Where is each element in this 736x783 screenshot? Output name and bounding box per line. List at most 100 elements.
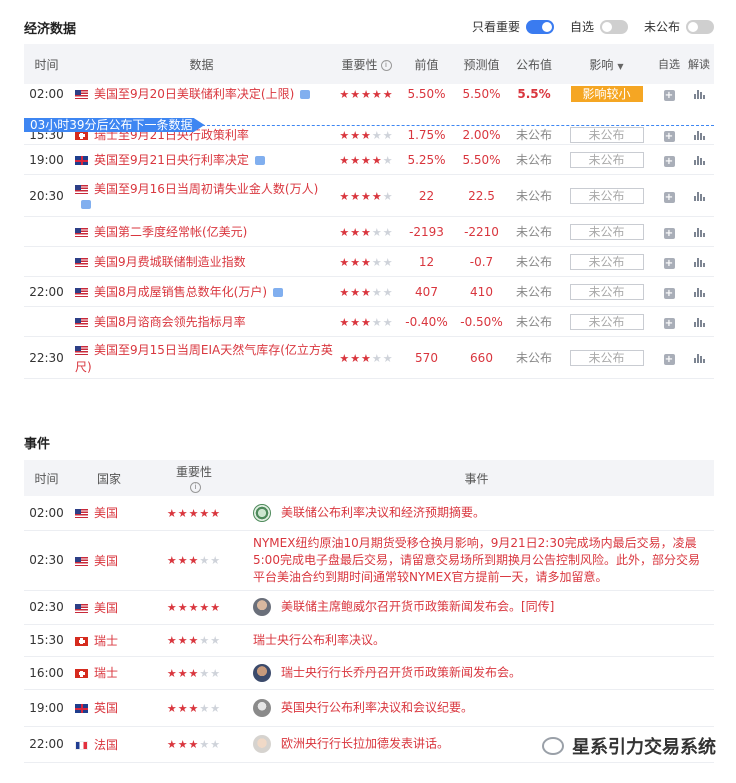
table-row[interactable]: 20:30 美国至9月16日当周初请失业金人数(万人) ★★★★★ 22 22.5 未公布…: [24, 174, 714, 217]
comment-icon[interactable]: [273, 288, 283, 297]
col-importance: 重要性 i: [334, 44, 399, 84]
event-importance: ★★★★★: [149, 689, 239, 727]
add-watchlist-icon[interactable]: +: [663, 257, 675, 269]
add-watchlist-icon[interactable]: +: [663, 130, 675, 142]
importance-stars: ★★★★★: [166, 701, 222, 715]
row-importance: ★★★★★: [334, 336, 399, 379]
event-importance: ★★★★★: [149, 624, 239, 657]
table-row[interactable]: 美国9月费城联储制造业指数 ★★★★★ 12 -0.7 未公布 未公布 +: [24, 246, 714, 277]
row-data-cell: 美国至9月20日美联储利率决定(上限): [69, 84, 334, 114]
row-forecast: 22.5: [454, 174, 509, 217]
table-row[interactable]: 02:00 美国 ★★★★★ 美联储公布利率决议和经济预期摘要。: [24, 496, 714, 531]
table-row[interactable]: 22:00 美国8月成屋销售总数年化(万户) ★★★★★ 407 410 未公布 未公布 +: [24, 276, 714, 307]
add-watchlist-icon[interactable]: +: [663, 317, 675, 329]
add-watchlist-icon[interactable]: +: [663, 155, 675, 167]
event-time: 19:00: [24, 689, 69, 727]
event-text: 美联储主席鲍威尔召开货币政策新闻发布会。[同传]: [281, 599, 555, 614]
row-importance: ★★★★★: [334, 306, 399, 337]
watermark: 星系引力交易系统: [542, 733, 716, 759]
row-actual: 未公布: [509, 306, 559, 337]
bar-chart-icon[interactable]: [693, 89, 705, 99]
table-row[interactable]: 美国第二季度经常帐(亿美元) ★★★★★ -2193 -2210 未公布 未公布 +: [24, 216, 714, 247]
indicator-name-link[interactable]: 美国至9月15日当周EIA天然气库存(亿立方英尺): [75, 343, 333, 374]
table-row[interactable]: 02:00 美国至9月20日美联储利率决定(上限) ★★★★★ 5.50% 5.50% 5…: [24, 84, 714, 114]
next-release-divider: [202, 125, 714, 126]
bar-chart-icon[interactable]: [693, 227, 705, 237]
row-interp: [684, 144, 714, 175]
ev-col-importance: 重要性 i: [149, 460, 239, 496]
indicator-name-link[interactable]: 美国9月费城联储制造业指数: [94, 255, 246, 269]
table-row[interactable]: 16:00 瑞士 ★★★★★ 瑞士央行行长乔丹召开货币政策新闻发布会。: [24, 656, 714, 690]
events-header-row: 时间 国家 重要性 i 事件: [24, 460, 714, 496]
row-prev: 22: [399, 174, 454, 217]
comment-icon[interactable]: [81, 200, 91, 209]
bar-chart-icon[interactable]: [693, 257, 705, 267]
col-forecast: 预测值: [454, 44, 509, 84]
event-country: 法国: [94, 737, 119, 752]
event-importance: ★★★★★: [149, 656, 239, 690]
col-time: 时间: [24, 44, 69, 84]
event-country-cell: 美国: [69, 590, 149, 625]
indicator-name-link[interactable]: 美国8月成屋销售总数年化(万户): [94, 285, 267, 299]
table-row[interactable]: 15:30 瑞士 ★★★★★ 瑞士央行公布利率决议。: [24, 624, 714, 657]
bar-chart-icon[interactable]: [693, 317, 705, 327]
flag-ch-icon: [75, 669, 88, 678]
toggle-important-switch[interactable]: [525, 19, 554, 34]
impact-badge: 未公布: [569, 223, 644, 240]
bar-chart-icon[interactable]: [693, 155, 705, 165]
event-importance: ★★★★★: [149, 530, 239, 591]
event-time: 02:30: [24, 530, 69, 591]
row-data-cell: 美国至9月15日当周EIA天然气库存(亿立方英尺): [69, 336, 334, 379]
comment-icon[interactable]: [300, 90, 311, 99]
row-time: 22:30: [24, 336, 69, 379]
bar-chart-icon[interactable]: [693, 353, 705, 363]
col-actual: 公布值: [509, 44, 559, 84]
col-watch: 自选: [654, 44, 684, 84]
row-actual: 未公布: [509, 216, 559, 247]
info-icon[interactable]: i: [190, 481, 201, 493]
speaker-avatar: [253, 503, 271, 522]
toggle-unpublished-switch[interactable]: [686, 19, 714, 34]
event-text: 瑞士央行公布利率决议。: [253, 632, 386, 647]
indicator-name-link[interactable]: 美国第二季度经常帐(亿美元): [94, 225, 247, 239]
importance-stars: ★★★★★: [166, 601, 222, 614]
indicator-name-link[interactable]: 美国至9月20日美联储利率决定(上限): [94, 87, 294, 101]
importance-stars: ★★★★★: [339, 315, 394, 329]
filter-toggles: 只看重要 自选 未公布: [472, 18, 714, 35]
indicator-name-link[interactable]: 美国至9月16日当周初请失业金人数(万人): [94, 182, 318, 196]
indicator-name-link[interactable]: 美国8月谘商会领先指标月率: [94, 315, 246, 329]
info-icon[interactable]: i: [380, 59, 392, 71]
flag-us-icon: [75, 603, 88, 613]
event-country-cell: 法国: [69, 726, 149, 763]
bar-chart-icon[interactable]: [693, 191, 705, 201]
table-row[interactable]: 02:30 美国 ★★★★★ 美联储主席鲍威尔召开货币政策新闻发布会。[同传]: [24, 590, 714, 625]
add-watchlist-icon[interactable]: +: [663, 89, 675, 101]
event-country: 瑞士: [94, 633, 119, 648]
bar-chart-icon[interactable]: [693, 287, 705, 297]
calendar-page: 经济数据 只看重要 自选 未公布 时间 数据 重要性 i 前值 预测值 公布值 影…: [0, 0, 736, 783]
indicator-name-link[interactable]: 英国至9月21日央行利率决定: [94, 153, 249, 167]
comment-icon[interactable]: [254, 156, 265, 165]
importance-stars: ★★★★★: [166, 738, 222, 751]
add-watchlist-icon[interactable]: +: [663, 287, 675, 299]
table-row[interactable]: 22:30 美国至9月15日当周EIA天然气库存(亿立方英尺) ★★★★★ 570 66…: [24, 336, 714, 379]
table-row[interactable]: 19:00 英国至9月21日央行利率决定 ★★★★★ 5.25% 5.50% 未公布 未公布…: [24, 144, 714, 175]
flag-us-icon: [75, 90, 88, 99]
add-watchlist-icon[interactable]: +: [663, 191, 675, 203]
row-watch: +: [654, 84, 684, 114]
toggle-watchlist-switch[interactable]: [599, 19, 628, 34]
add-watchlist-icon[interactable]: +: [663, 227, 675, 239]
event-country: 美国: [94, 506, 119, 521]
event-cell: 英国央行公布利率决议和会议纪要。: [239, 689, 714, 727]
table-row[interactable]: 02:30 美国 ★★★★★ NYMEX纽约原油10月期货受移仓换月影响，9月21日2…: [24, 530, 714, 591]
col-impact[interactable]: 影响 ▼: [559, 44, 654, 84]
event-cell: 美联储公布利率决议和经济预期摘要。: [239, 496, 714, 531]
add-watchlist-icon[interactable]: +: [663, 353, 675, 365]
row-impact: 影响较小: [559, 84, 654, 114]
row-data-cell: 美国第二季度经常帐(亿美元): [69, 216, 334, 247]
table-row[interactable]: 19:00 英国 ★★★★★ 英国央行公布利率决议和会议纪要。: [24, 689, 714, 727]
table-row[interactable]: 美国8月谘商会领先指标月率 ★★★★★ -0.40% -0.50% 未公布 未公布 +: [24, 306, 714, 337]
row-watch: +: [654, 246, 684, 277]
row-importance: ★★★★★: [334, 246, 399, 277]
importance-stars: ★★★★★: [339, 255, 394, 269]
